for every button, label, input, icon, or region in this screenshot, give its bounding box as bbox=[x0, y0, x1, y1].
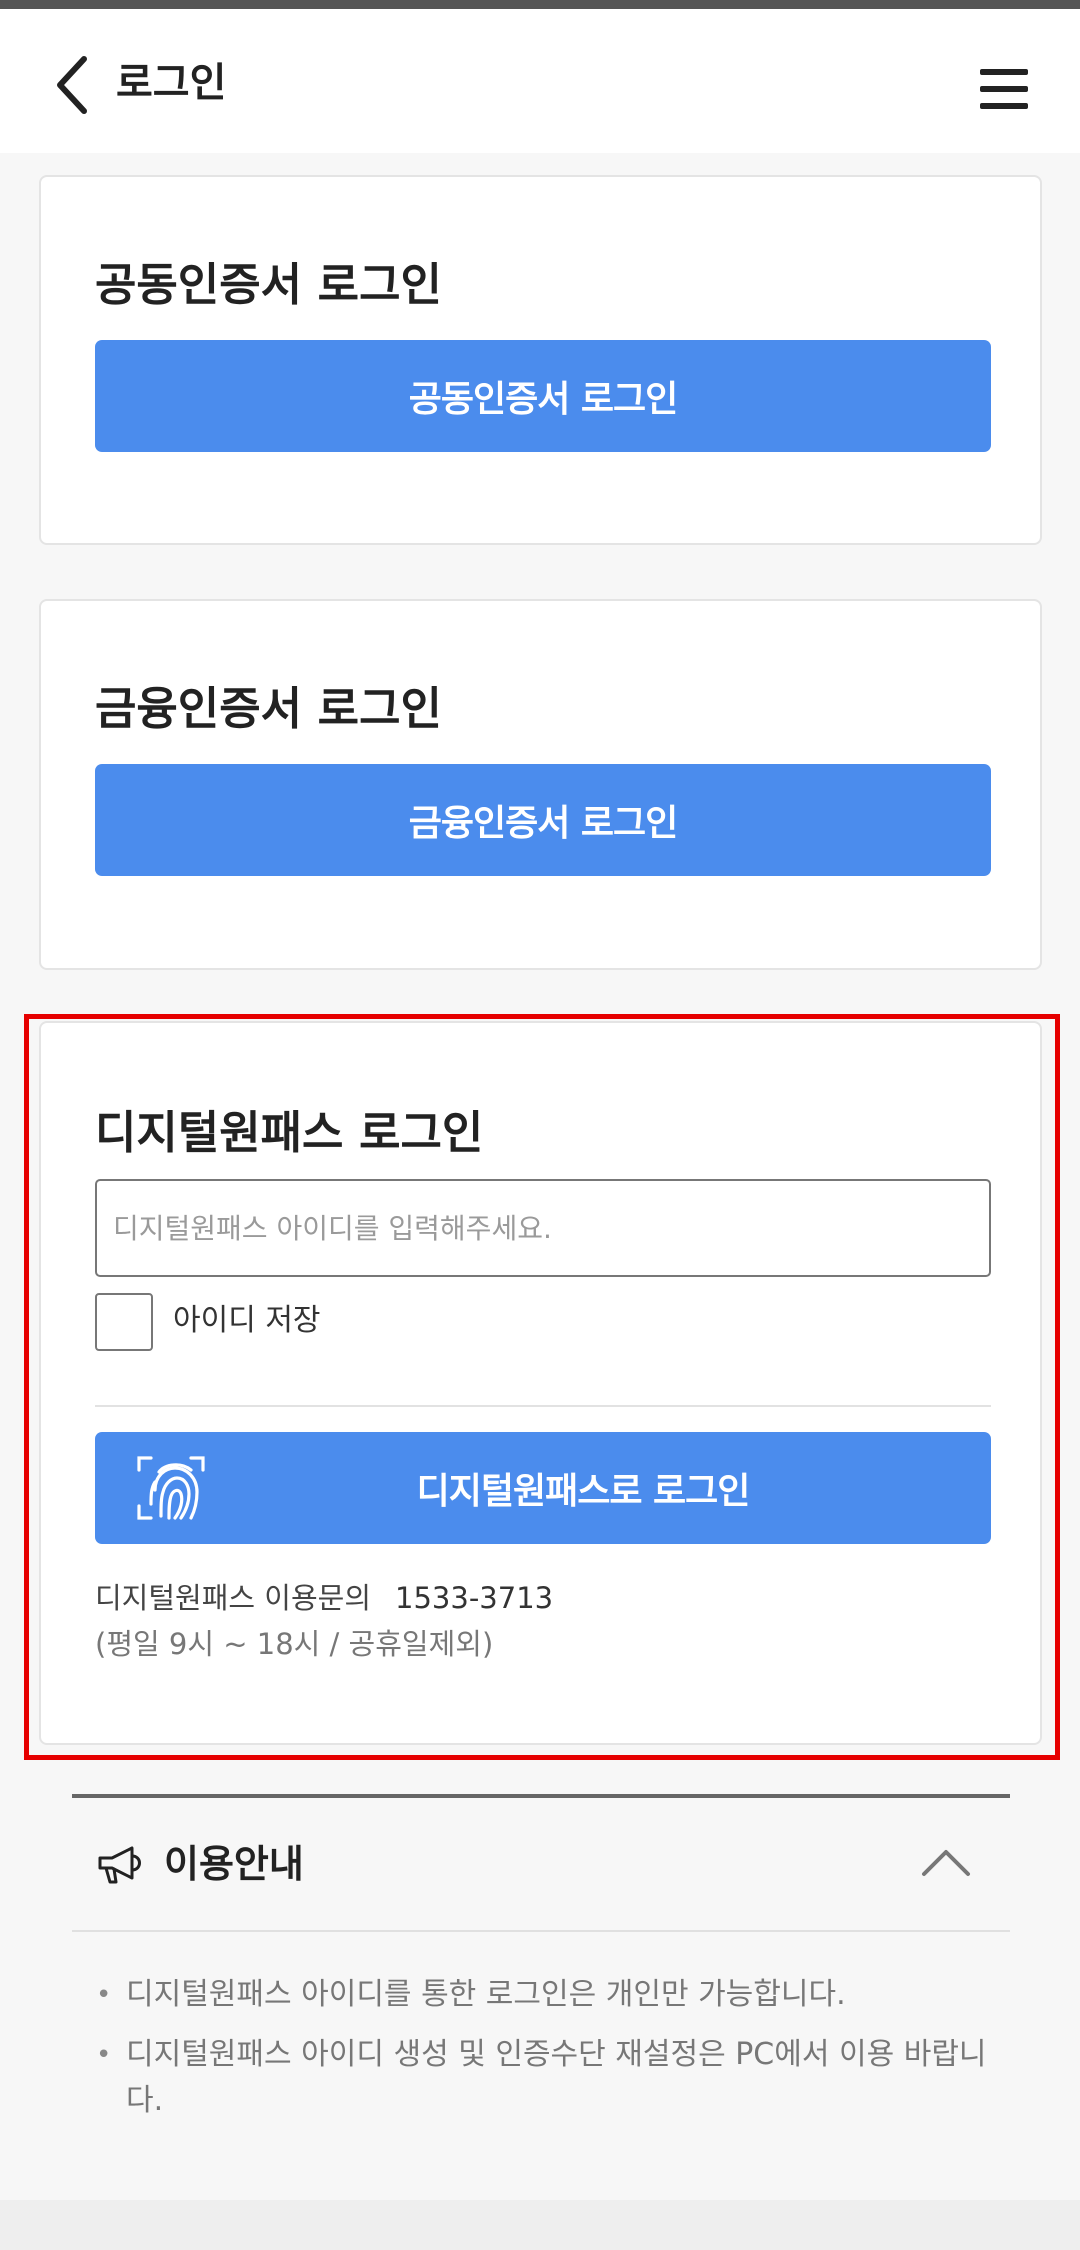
guide-item: 디지털원패스 아이디 생성 및 인증수단 재설정은 PC에서 이용 바랍니다. bbox=[72, 2032, 1010, 2124]
usage-guide-title: 이용안내 bbox=[164, 1842, 304, 1886]
app-header: 로그인 bbox=[0, 9, 1080, 153]
joint-cert-card: 공동인증서 로그인 공동인증서 로그인 bbox=[39, 175, 1042, 545]
bottom-nav-band bbox=[0, 2200, 1080, 2250]
back-button[interactable] bbox=[44, 53, 100, 117]
chevron-up-icon bbox=[922, 1850, 970, 1876]
usage-guide-toggle[interactable]: 이용안내 bbox=[72, 1798, 1010, 1930]
financial-cert-card: 금융인증서 로그인 금융인증서 로그인 bbox=[39, 599, 1042, 970]
page-title: 로그인 bbox=[116, 60, 227, 106]
chevron-left-icon bbox=[57, 56, 87, 114]
highlight-box bbox=[24, 1014, 1060, 1760]
guide-item: 디지털원패스 아이디를 통한 로그인은 개인만 가능합니다. bbox=[72, 1972, 1010, 2018]
joint-cert-login-button[interactable]: 공동인증서 로그인 bbox=[95, 340, 991, 452]
hamburger-menu-button[interactable] bbox=[976, 65, 1032, 113]
financial-cert-title: 금융인증서 로그인 bbox=[95, 682, 442, 735]
joint-cert-title: 공동인증서 로그인 bbox=[95, 258, 442, 311]
usage-guide-list: 디지털원패스 아이디를 통한 로그인은 개인만 가능합니다. 디지털원패스 아이… bbox=[72, 1972, 1010, 2138]
status-strip bbox=[0, 0, 1080, 9]
financial-cert-login-button[interactable]: 금융인증서 로그인 bbox=[95, 764, 991, 876]
megaphone-icon bbox=[98, 1846, 141, 1884]
guide-divider bbox=[72, 1930, 1010, 1932]
